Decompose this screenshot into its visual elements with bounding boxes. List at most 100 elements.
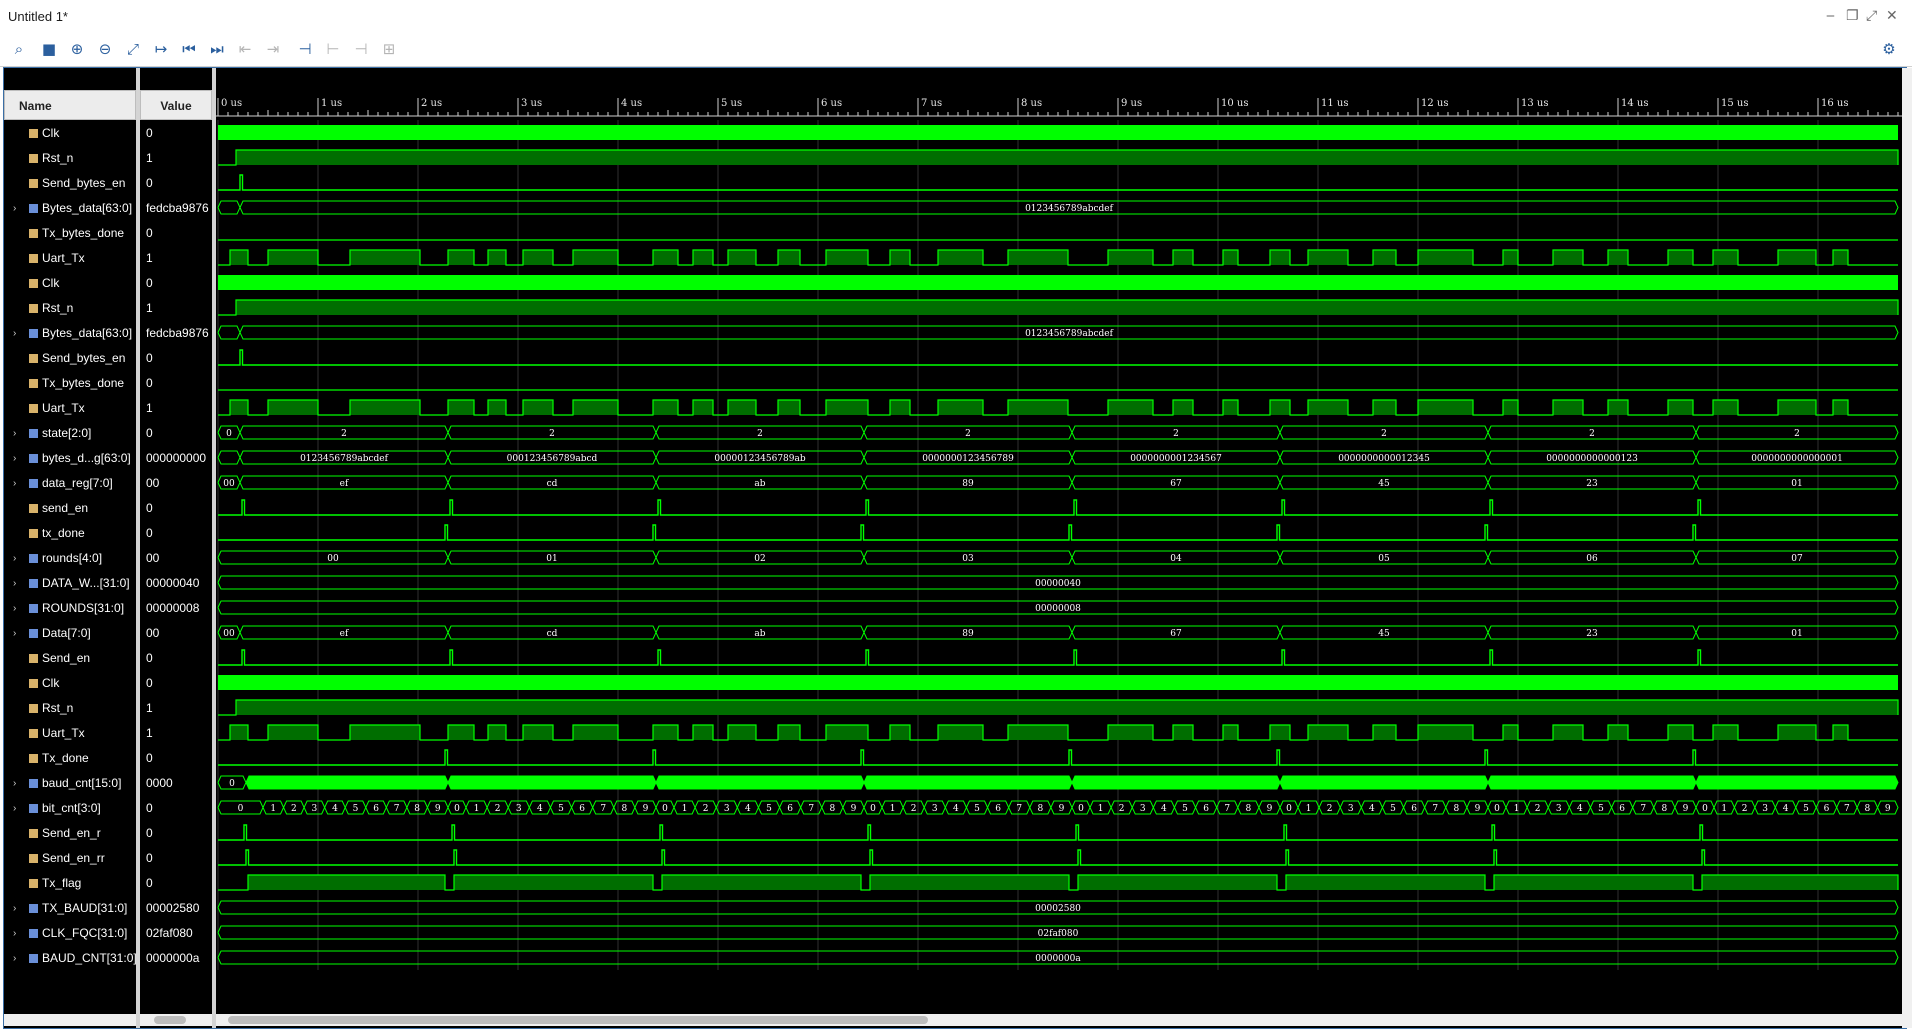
bus-value-label: 0000000123456789 <box>922 454 1014 464</box>
value-horizontal-scrollbar[interactable] <box>140 1014 212 1026</box>
signal-row[interactable]: › bit_cnt[3:0] <box>4 796 136 821</box>
minimize-icon[interactable]: ‒ <box>1826 8 1835 24</box>
signal-row[interactable]: › Bytes_data[63:0] <box>4 196 136 221</box>
zoom-in-icon[interactable]: ⊕ <box>66 38 88 60</box>
signal-value: 0 <box>146 276 153 290</box>
signal-row[interactable]: › TX_BAUD[31:0] <box>4 896 136 921</box>
signal-row[interactable]: Tx_done <box>4 746 136 771</box>
signal-name: Rst_n <box>42 151 74 165</box>
signal-row[interactable]: Clk <box>4 271 136 296</box>
signal-row[interactable]: send_en <box>4 496 136 521</box>
signal-row[interactable]: › Bytes_data[63:0] <box>4 321 136 346</box>
name-horizontal-scrollbar[interactable] <box>4 1014 136 1026</box>
expand-chevron-icon[interactable]: › <box>13 546 16 571</box>
bus-value-label: 45 <box>1378 479 1390 489</box>
waveform-row[interactable] <box>218 299 1899 316</box>
signal-row[interactable]: Clk <box>4 121 136 146</box>
signal-row[interactable]: › ROUNDS[31:0] <box>4 596 136 621</box>
signal-row[interactable]: Uart_Tx <box>4 396 136 421</box>
signal-row[interactable]: Rst_n <box>4 296 136 321</box>
signal-row[interactable]: › DATA_W...[31:0] <box>4 571 136 596</box>
signal-row[interactable]: Uart_Tx <box>4 246 136 271</box>
signal-row[interactable]: Send_bytes_en <box>4 171 136 196</box>
signal-row[interactable]: Send_en <box>4 646 136 671</box>
signal-row[interactable]: Tx_bytes_done <box>4 221 136 246</box>
signal-row[interactable]: Send_en_rr <box>4 846 136 871</box>
waveform-canvas[interactable]: 0123456789abcdef0123456789abcdef0 2 2 2 2 2 2 2… <box>216 120 1902 1000</box>
waveform-row[interactable]: 0 <box>217 775 1899 790</box>
bit-signal-icon <box>29 754 38 763</box>
signal-row[interactable]: › rounds[4:0] <box>4 546 136 571</box>
restore-icon[interactable]: ❐ <box>1846 8 1859 24</box>
value-column-header[interactable]: Value <box>140 90 212 120</box>
expand-chevron-icon[interactable]: › <box>13 621 16 646</box>
bit-count-label: 3 <box>724 804 730 814</box>
waveform-row[interactable] <box>218 125 1898 140</box>
zoom-out-icon[interactable]: ⊖ <box>94 38 116 60</box>
signal-row[interactable]: Rst_n <box>4 146 136 171</box>
signal-row[interactable]: tx_done <box>4 521 136 546</box>
expand-chevron-icon[interactable]: › <box>13 896 16 921</box>
uart-fill <box>1108 725 1153 740</box>
save-icon[interactable]: ■ <box>38 38 60 60</box>
wave-horizontal-scrollbar[interactable] <box>216 1014 1902 1026</box>
signal-row[interactable]: › bytes_d...g[63:0] <box>4 446 136 471</box>
txflag-fill <box>1078 875 1277 890</box>
search-icon[interactable]: ⌕ <box>8 38 30 60</box>
signal-row[interactable]: Tx_flag <box>4 871 136 896</box>
signal-value: 00002580 <box>146 901 200 915</box>
expand-chevron-icon[interactable]: › <box>13 596 16 621</box>
signal-row[interactable]: Tx_bytes_done <box>4 371 136 396</box>
expand-chevron-icon[interactable]: › <box>13 321 16 346</box>
ruler-tick-label: 7 us <box>921 98 942 109</box>
waveform-row[interactable] <box>218 675 1898 690</box>
signal-row[interactable]: Send_bytes_en <box>4 346 136 371</box>
signal-row[interactable]: › state[2:0] <box>4 421 136 446</box>
expand-chevron-icon[interactable]: › <box>13 196 16 221</box>
bus-signal-icon <box>29 604 38 613</box>
expand-chevron-icon[interactable]: › <box>13 471 16 496</box>
uart-fill <box>1608 250 1628 265</box>
go-to-cursor-icon[interactable]: ↦ <box>150 38 172 60</box>
expand-chevron-icon[interactable]: › <box>13 421 16 446</box>
waveform-row[interactable] <box>218 149 1899 166</box>
expand-chevron-icon[interactable]: › <box>13 946 16 971</box>
bit-count-label: 1 <box>682 804 688 814</box>
time-ruler[interactable]: 0 us 1 us 2 us 3 us 4 us 5 us 6 us 7 us 8 us 9 us… <box>216 90 1906 120</box>
waveform-area[interactable]: 0 us 1 us 2 us 3 us 4 us 5 us 6 us 7 us 8 us 9 us… <box>216 68 1912 1028</box>
bus-value-label: 23 <box>1586 479 1598 489</box>
signal-row[interactable]: › Data[7:0] <box>4 621 136 646</box>
wave-vertical-scrollbar[interactable] <box>1902 68 1912 1028</box>
maximize-icon[interactable]: ⤢ <box>1866 8 1877 24</box>
bit-count-label: 6 <box>787 804 793 814</box>
name-column-header[interactable]: Name <box>4 90 136 120</box>
add-marker-icon[interactable]: ⊣ <box>294 38 316 60</box>
signal-row[interactable]: Clk <box>4 671 136 696</box>
ruler-tick-label: 1 us <box>321 98 342 109</box>
expand-chevron-icon[interactable]: › <box>13 921 16 946</box>
gear-icon[interactable]: ⚙ <box>1878 38 1900 60</box>
signal-row[interactable]: Send_en_r <box>4 821 136 846</box>
signal-value: 0 <box>146 851 153 865</box>
signal-row[interactable]: › CLK_FQC[31:0] <box>4 921 136 946</box>
go-to-last-time-icon[interactable]: ⏭ <box>206 38 228 60</box>
waveform-row[interactable] <box>218 699 1899 716</box>
close-icon[interactable]: ✕ <box>1886 8 1898 24</box>
signal-row[interactable]: Rst_n <box>4 696 136 721</box>
zoom-fit-icon[interactable]: ⤢ <box>122 38 144 60</box>
signal-row[interactable]: › BAUD_CNT[31:0] <box>4 946 136 971</box>
bit-signal-icon <box>29 254 38 263</box>
wave-scroll-thumb[interactable] <box>228 1016 928 1024</box>
signal-row[interactable]: › data_reg[7:0] <box>4 471 136 496</box>
signal-row[interactable]: › baud_cnt[15:0] <box>4 771 136 796</box>
value-scroll-thumb[interactable] <box>154 1016 186 1024</box>
waveform-row[interactable] <box>218 874 1899 891</box>
expand-chevron-icon[interactable]: › <box>13 796 16 821</box>
expand-chevron-icon[interactable]: › <box>13 771 16 796</box>
signal-row[interactable]: Uart_Tx <box>4 721 136 746</box>
waveform-row[interactable] <box>218 275 1898 290</box>
next-marker-icon: ⊣ <box>354 40 368 58</box>
expand-chevron-icon[interactable]: › <box>13 446 16 471</box>
expand-chevron-icon[interactable]: › <box>13 571 16 596</box>
go-to-time-zero-icon[interactable]: ⏮ <box>178 38 200 60</box>
